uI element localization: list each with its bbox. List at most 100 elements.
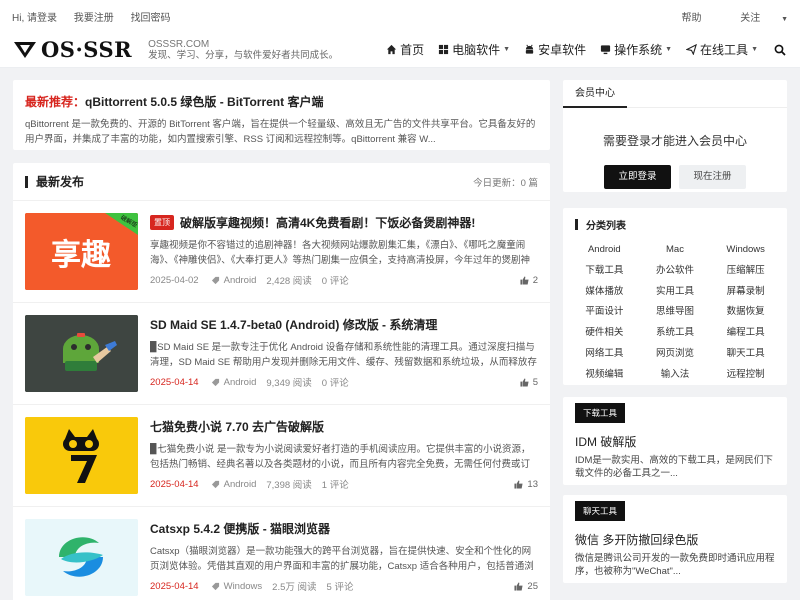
post-thumbnail[interactable] xyxy=(25,519,138,596)
post-title[interactable]: 七猫免费小说 7.70 去广告破解版 xyxy=(150,417,538,435)
post-category[interactable]: Windows xyxy=(211,581,262,592)
post-title-text: Catsxp 5.4.2 便携版 - 猫眼浏览器 xyxy=(150,521,331,536)
help-link[interactable]: 帮助 xyxy=(682,13,702,24)
post-title-text: 七猫免费小说 7.70 去广告破解版 xyxy=(150,419,325,434)
category-link[interactable]: Android xyxy=(569,240,640,261)
post-excerpt: ▉七猫免费小说 是一款专为小说阅读爱好者打造的手机阅读应用。它提供丰富的小说资源… xyxy=(150,444,531,470)
search-icon[interactable] xyxy=(774,44,786,56)
post-category-label: Android xyxy=(223,376,257,388)
post-item[interactable]: Catsxp 5.4.2 便携版 - 猫眼浏览器 Catsxp（猫眼浏览器）是一… xyxy=(13,507,550,600)
category-link[interactable]: 屏幕录制 xyxy=(710,282,781,303)
category-link[interactable]: 编程工具 xyxy=(710,323,781,344)
category-link[interactable]: 数据恢复 xyxy=(710,302,781,323)
today-update-count: 今日更新：0 篇 xyxy=(473,177,538,189)
post-excerpt: Catsxp（猫眼浏览器）是一款功能强大的跨平台浏览器，旨在提供快速、安全和个性… xyxy=(150,546,534,572)
post-views: 7,398 阅读 xyxy=(266,480,312,491)
post-excerpt: 享趣视频是你不容错过的追剧神器！各大视频网站爆款剧集汇集，《漂白》、《哪吒之魔童… xyxy=(150,240,531,266)
main-column: 最新推荐：qBittorrent 5.0.5 绿色版 - BitTorrent … xyxy=(13,80,550,600)
post-comments[interactable]: 1 评论 xyxy=(322,477,349,491)
post-category[interactable]: Android xyxy=(211,479,256,490)
featured-title[interactable]: IDM 破解版 xyxy=(575,433,636,450)
android-icon xyxy=(525,44,534,54)
post-info: SD Maid SE 1.4.7-beta0 (Android) 修改版 - 系… xyxy=(150,315,538,370)
nav-operating-system[interactable]: 操作系统 ▼ xyxy=(600,41,672,58)
nav-pc-software[interactable]: 电脑软件 ▼ xyxy=(438,41,510,58)
tab-member-center[interactable]: 会员中心 xyxy=(563,80,627,108)
post-likes[interactable]: 13 xyxy=(514,479,538,490)
post-item[interactable]: 破解版 享趣 置顶 破解版享趣视频！高清4K免费看剧！下饭必备煲剧神器! 享趣视频… xyxy=(13,201,550,303)
featured-category-label[interactable]: 下载工具 xyxy=(575,403,626,423)
site-logo[interactable]: OS·SSR xyxy=(14,37,132,62)
category-link[interactable]: 媒体播放 xyxy=(569,282,640,303)
forgot-password-link[interactable]: 找回密码 xyxy=(131,13,171,24)
nav-online-tools-label: 在线工具 xyxy=(700,43,749,57)
nav-home[interactable]: 首页 xyxy=(386,41,424,58)
site-header: OS·SSR OSSSR.COM 发现、学习、分享，与软件爱好者共同成长。 首页… xyxy=(0,32,800,68)
nav-android-software-label: 安卓软件 xyxy=(538,43,587,57)
monitor-icon xyxy=(601,45,611,55)
featured-category-label[interactable]: 聊天工具 xyxy=(575,501,626,521)
category-link[interactable]: 远程控制 xyxy=(710,365,781,386)
follow-menu[interactable]: 关注 ▼ xyxy=(722,13,788,24)
tag-icon xyxy=(211,378,219,386)
category-link[interactable]: 办公软件 xyxy=(640,261,711,282)
chevron-down-icon: ▼ xyxy=(503,46,511,53)
post-likes[interactable]: 25 xyxy=(514,581,538,592)
post-title[interactable]: 置顶 破解版享趣视频！高清4K免费看剧！下饭必备煲剧神器! xyxy=(150,213,538,231)
category-link[interactable]: 平面设计 xyxy=(569,302,640,323)
post-title[interactable]: SD Maid SE 1.4.7-beta0 (Android) 修改版 - 系… xyxy=(150,315,538,333)
member-login-message: 需要登录才能进入会员中心 xyxy=(602,134,747,148)
post-likes[interactable]: 2 xyxy=(520,275,538,286)
post-views: 2.5万 阅读 xyxy=(272,582,317,593)
category-link[interactable]: 网络工具 xyxy=(569,344,640,365)
thumbs-up-icon xyxy=(514,479,523,489)
category-list: 分类列表 Android Mac Windows 下载工具 办公软件 压缩解压 … xyxy=(563,208,787,385)
post-likes[interactable]: 5 xyxy=(520,377,538,388)
post-comments[interactable]: 5 评论 xyxy=(327,579,354,593)
post-category[interactable]: Android xyxy=(211,275,256,286)
featured-post[interactable]: 聊天工具 微信 多开防撤回绿色版 微信是腾讯公司开发的一款免费即时通讯应用程序，… xyxy=(563,495,787,583)
post-thumbnail[interactable] xyxy=(25,315,138,392)
featured-desc: IDM是一款实用、高效的下载工具，是网民们下载文件的必备工具之一... xyxy=(575,455,773,479)
post-category[interactable]: Android xyxy=(211,376,257,388)
post-comments[interactable]: 0 评论 xyxy=(322,273,349,287)
category-link[interactable]: 视频编辑 xyxy=(569,365,640,386)
featured-title[interactable]: 微信 多开防撤回绿色版 xyxy=(575,531,698,548)
category-link[interactable]: 思维导图 xyxy=(640,302,711,323)
category-link[interactable]: 硬件相关 xyxy=(569,323,640,344)
logo-mark-icon xyxy=(14,41,36,58)
member-center: 会员中心 需要登录才能进入会员中心 立即登录 现在注册 xyxy=(563,80,787,192)
post-item[interactable]: 七猫免费小说 7.70 去广告破解版 ▉七猫免费小说 是一款专为小说阅读爱好者打… xyxy=(13,405,550,507)
latest-header: 最新发布 今日更新：0 篇 xyxy=(13,163,550,201)
recommend-box: 最新推荐：qBittorrent 5.0.5 绿色版 - BitTorrent … xyxy=(13,80,550,150)
category-link[interactable]: Mac xyxy=(640,240,711,261)
site-domain: OSSSR.COM xyxy=(148,38,210,50)
section-marker xyxy=(25,175,28,188)
nav-online-tools[interactable]: 在线工具 ▼ xyxy=(686,41,758,58)
post-thumbnail[interactable] xyxy=(25,417,138,494)
category-link[interactable]: 网页浏览 xyxy=(640,344,711,365)
category-link[interactable]: 下载工具 xyxy=(569,261,640,282)
member-tabs: 会员中心 xyxy=(563,80,787,108)
post-item[interactable]: SD Maid SE 1.4.7-beta0 (Android) 修改版 - 系… xyxy=(13,303,550,405)
post-thumbnail[interactable]: 破解版 享趣 xyxy=(25,213,138,290)
post-title[interactable]: Catsxp 5.4.2 便携版 - 猫眼浏览器 xyxy=(150,519,538,537)
register-link[interactable]: 我要注册 xyxy=(74,13,114,24)
featured-post[interactable]: 下载工具 IDM 破解版 IDM是一款实用、高效的下载工具，是网民们下载文件的必… xyxy=(563,397,787,485)
thumbs-up-icon xyxy=(520,377,529,387)
register-button[interactable]: 现在注册 xyxy=(679,165,746,189)
category-link[interactable]: Windows xyxy=(710,240,781,261)
login-link[interactable]: Hi, 请登录 xyxy=(12,13,57,24)
category-link[interactable]: 输入法 xyxy=(640,365,711,386)
login-button[interactable]: 立即登录 xyxy=(604,165,671,189)
category-link[interactable]: 压缩解压 xyxy=(710,261,781,282)
recommend-title[interactable]: 最新推荐：qBittorrent 5.0.5 绿色版 - BitTorrent … xyxy=(25,93,538,110)
category-link[interactable]: 实用工具 xyxy=(640,282,711,303)
top-bar: Hi, 请登录 我要注册 找回密码 帮助 关注 ▼ xyxy=(0,0,800,32)
chevron-down-icon: ▼ xyxy=(751,46,758,53)
post-comments[interactable]: 0 评论 xyxy=(322,375,349,389)
category-link[interactable]: 系统工具 xyxy=(640,323,711,344)
tag-icon xyxy=(211,276,219,284)
nav-android-software[interactable]: 安卓软件 xyxy=(524,41,586,58)
category-link[interactable]: 聊天工具 xyxy=(710,344,781,365)
